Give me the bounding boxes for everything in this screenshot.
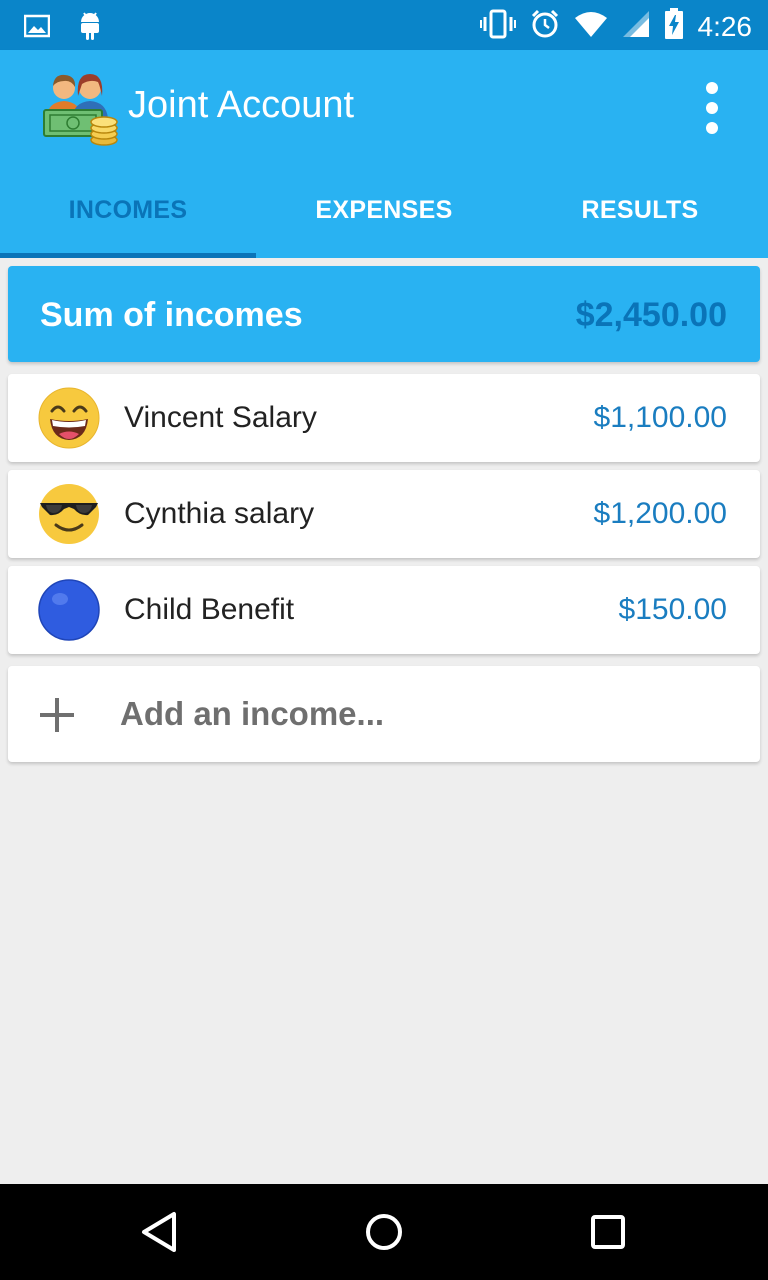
status-time: 4:26 [697,10,753,42]
income-row-child-benefit[interactable]: Child Benefit $150.00 [8,566,760,654]
tab-results[interactable]: RESULTS [512,162,768,258]
income-amount: $1,100.00 [593,401,727,434]
sum-label: Sum of incomes [40,296,303,334]
couple-money-icon [42,66,120,146]
income-row-vincent-salary[interactable]: Vincent Salary $1,100.00 [8,374,760,462]
income-row-cynthia-salary[interactable]: Cynthia salary $1,200.00 [8,470,760,558]
sunglasses-face-icon [38,483,100,545]
signal-icon [622,10,650,43]
income-amount: $1,200.00 [593,497,727,530]
image-icon [23,14,51,43]
alarm-icon [530,9,560,44]
tab-incomes[interactable]: INCOMES [0,162,256,258]
more-vertical-dot [706,122,718,134]
system-nav-bar [0,1184,768,1280]
more-options-button[interactable] [692,80,732,136]
recents-icon[interactable] [584,1208,632,1256]
more-vertical-dot [706,102,718,114]
income-amount: $150.00 [618,593,727,626]
plus-icon [38,696,76,734]
battery-icon [664,8,684,45]
tab-bar: INCOMES EXPENSES RESULTS [0,162,768,258]
tab-expenses[interactable]: EXPENSES [256,162,512,258]
sum-value: $2,450.00 [575,296,727,334]
add-income-button[interactable]: Add an income... [8,666,760,762]
home-icon[interactable] [360,1208,408,1256]
income-name: Vincent Salary [124,401,317,434]
android-icon [78,10,102,47]
back-icon[interactable] [136,1208,184,1256]
app-bar: Joint Account [0,50,768,162]
grinning-face-icon [38,387,100,449]
status-bar: 4:26 [0,0,768,50]
more-vertical-icon [706,82,718,94]
vibrate-icon [479,9,516,44]
income-name: Child Benefit [124,593,295,626]
sum-of-incomes-card: Sum of incomes $2,450.00 [8,266,760,362]
wifi-icon [574,10,608,43]
add-income-label: Add an income... [120,695,385,732]
blue-circle-icon [38,579,100,641]
app-title: Joint Account [128,84,355,126]
income-name: Cynthia salary [124,497,315,530]
